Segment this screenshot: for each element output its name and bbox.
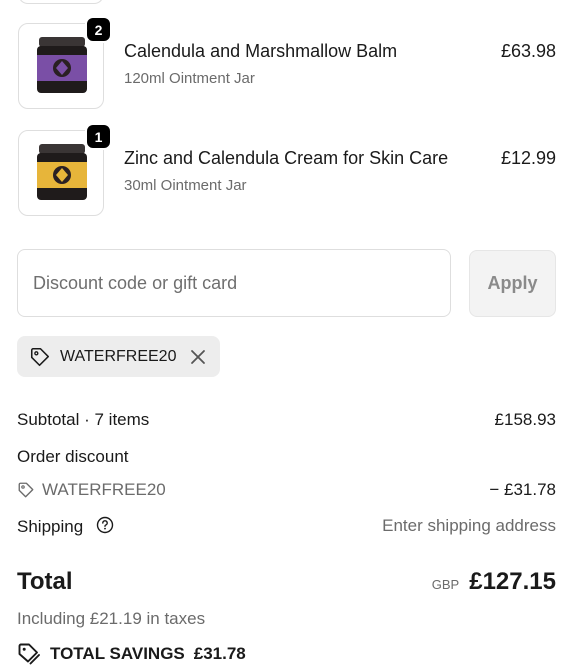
order-discount-code: WATERFREE20 xyxy=(17,480,166,500)
remove-discount-icon[interactable] xyxy=(189,348,207,366)
line-item: 1 Zinc and Calendula Cream for Skin Care… xyxy=(18,123,556,216)
product-price: £63.98 xyxy=(500,41,556,61)
help-icon[interactable] xyxy=(96,516,114,534)
discount-code-placeholder: Discount code or gift card xyxy=(33,272,238,293)
quantity-badge: 2 xyxy=(85,16,112,43)
total-savings: TOTAL SAVINGS £31.78 xyxy=(17,642,246,666)
product-price: £12.99 xyxy=(500,148,556,168)
discount-code-input[interactable]: Discount code or gift card xyxy=(17,249,451,317)
taxes-note: Including £21.19 in taxes xyxy=(17,609,206,628)
order-discount-value: − £31.78 xyxy=(489,480,556,499)
order-discount-label: Order discount xyxy=(17,447,129,466)
order-discount-code-row: WATERFREE20 − £31.78 xyxy=(17,480,556,504)
quantity-badge: 1 xyxy=(85,123,112,150)
shipping-value: Enter shipping address xyxy=(382,516,556,535)
apply-discount-button[interactable]: Apply xyxy=(469,250,556,317)
applied-discount-code: WATERFREE20 xyxy=(60,347,177,365)
product-variant: 30ml Ointment Jar xyxy=(124,177,247,194)
applied-discount-chip: WATERFREE20 xyxy=(17,336,220,377)
order-discount-row: Order discount xyxy=(17,447,556,467)
partial-line-item-thumbnail xyxy=(18,0,104,4)
tag-icon xyxy=(30,347,50,366)
savings-tag-icon xyxy=(18,643,40,665)
savings-value: £31.78 xyxy=(193,644,246,663)
tag-icon xyxy=(18,482,34,498)
subtotal-label: Subtotal · 7 items xyxy=(17,410,150,429)
subtotal-value: £158.93 xyxy=(494,410,556,429)
order-summary: 2 Calendula and Marshmallow Balm 120ml O… xyxy=(0,0,570,668)
product-name: Calendula and Marshmallow Balm xyxy=(124,41,398,61)
product-variant: 120ml Ointment Jar xyxy=(124,70,255,87)
currency-code: GBP xyxy=(431,577,460,592)
balm-jar-image xyxy=(37,37,87,93)
total-label: Total xyxy=(17,568,73,595)
shipping-row: Shipping Enter shipping address xyxy=(17,516,556,537)
total-value: £127.15 xyxy=(469,568,556,595)
product-name: Zinc and Calendula Cream for Skin Care xyxy=(124,148,449,168)
cream-jar-image xyxy=(37,144,87,200)
line-item: 2 Calendula and Marshmallow Balm 120ml O… xyxy=(18,16,556,109)
shipping-label: Shipping xyxy=(17,517,84,536)
product-thumbnail: 1 xyxy=(18,123,112,216)
savings-label: TOTAL SAVINGS xyxy=(50,644,185,663)
order-discount-code-text: WATERFREE20 xyxy=(42,480,166,499)
product-thumbnail: 2 xyxy=(18,16,112,109)
total-amount: GBP £127.15 xyxy=(432,568,556,596)
subtotal-row: Subtotal · 7 items £158.93 xyxy=(17,410,556,430)
